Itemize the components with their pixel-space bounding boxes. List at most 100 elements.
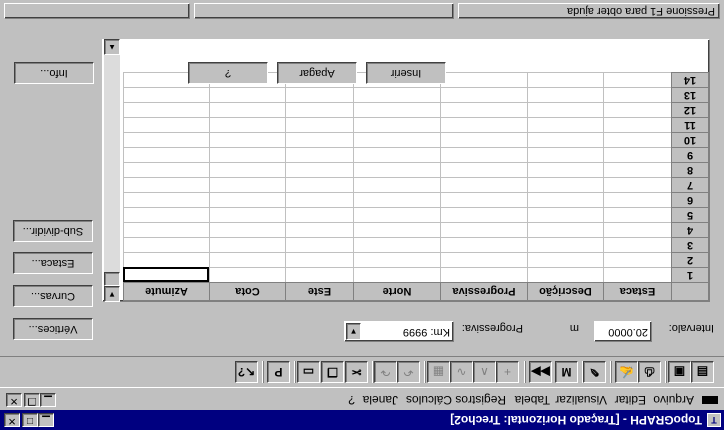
grid-cell[interactable] xyxy=(285,237,354,253)
grid-cell[interactable] xyxy=(123,222,210,238)
copy-button[interactable]: ❐ xyxy=(321,361,344,383)
menu-visualizar[interactable]: Visualizar xyxy=(555,393,607,407)
grid-cell[interactable] xyxy=(209,267,286,283)
grid-cell[interactable] xyxy=(285,222,354,238)
info-button[interactable]: Info... xyxy=(14,62,94,84)
document-button[interactable]: ▤ xyxy=(691,361,714,383)
grid-cell[interactable] xyxy=(285,207,354,223)
row-number[interactable]: 13 xyxy=(671,87,709,103)
maximize-button[interactable]: □ xyxy=(22,413,38,427)
grid-cell[interactable] xyxy=(209,207,286,223)
grid-cell[interactable] xyxy=(285,147,354,163)
grid-cell[interactable] xyxy=(527,162,604,178)
grid-cell[interactable] xyxy=(527,102,604,118)
grid-cell[interactable] xyxy=(209,252,286,268)
grid-cell[interactable] xyxy=(285,132,354,148)
mdi-minimize-button[interactable]: ▁ xyxy=(40,393,56,407)
menu-janela[interactable]: Janela xyxy=(363,393,398,407)
grid-cell[interactable] xyxy=(440,192,528,208)
grid-cell[interactable] xyxy=(440,87,528,103)
p-button[interactable]: P xyxy=(267,361,290,383)
apagar-button[interactable]: Apagar xyxy=(277,62,357,84)
grid-cell[interactable] xyxy=(285,162,354,178)
plus-button[interactable]: + xyxy=(496,361,519,383)
row-number[interactable]: 12 xyxy=(671,102,709,118)
grid-cell[interactable] xyxy=(527,87,604,103)
paste-button[interactable]: ▭ xyxy=(297,361,320,383)
progressiva-select[interactable]: Km: 9999 ▼ xyxy=(344,321,454,342)
document-control-icon[interactable] xyxy=(702,396,718,404)
grid-cell[interactable] xyxy=(209,132,286,148)
scroll-thumb[interactable] xyxy=(104,272,120,286)
help-button[interactable]: ? xyxy=(188,62,268,84)
grid-cell[interactable] xyxy=(440,252,528,268)
scroll-down-button[interactable]: ▼ xyxy=(104,286,120,302)
redo-button[interactable]: ↷ xyxy=(374,361,397,383)
menu-tabela[interactable]: Tabela xyxy=(515,393,550,407)
row-number[interactable]: 4 xyxy=(671,222,709,238)
grid-cell[interactable] xyxy=(123,132,210,148)
grid-cell[interactable] xyxy=(527,252,604,268)
grid-cell[interactable] xyxy=(285,117,354,133)
grid-cell[interactable] xyxy=(603,252,672,268)
grid-cell[interactable] xyxy=(603,192,672,208)
grid-cell[interactable] xyxy=(527,207,604,223)
grid-cell[interactable] xyxy=(123,192,210,208)
grid-cell[interactable] xyxy=(123,117,210,133)
grid-cell[interactable] xyxy=(285,87,354,103)
grid-cell[interactable] xyxy=(353,177,441,193)
grid-cell[interactable] xyxy=(603,267,672,283)
grid-cell[interactable] xyxy=(209,162,286,178)
grid-cell[interactable] xyxy=(285,102,354,118)
vertical-scrollbar[interactable]: ▼ ▲ xyxy=(104,39,120,302)
minimize-button[interactable]: ▁ xyxy=(38,413,54,427)
menu-editar[interactable]: Editar xyxy=(615,393,646,407)
grid-cell[interactable] xyxy=(440,72,528,88)
pen-button[interactable]: ✎ xyxy=(583,361,606,383)
grid-cell[interactable] xyxy=(353,117,441,133)
grid-cell[interactable] xyxy=(440,222,528,238)
grid-cell[interactable] xyxy=(123,102,210,118)
grid-cell[interactable] xyxy=(353,192,441,208)
row-number[interactable]: 2 xyxy=(671,252,709,268)
close-button[interactable]: ✕ xyxy=(4,413,20,427)
save-button[interactable]: ▣ xyxy=(668,361,691,383)
grid-cell[interactable] xyxy=(603,162,672,178)
column-header[interactable]: Cota xyxy=(209,282,286,301)
inserir-button[interactable]: Inserir xyxy=(366,62,446,84)
grid-cell[interactable] xyxy=(209,192,286,208)
row-number[interactable]: 3 xyxy=(671,237,709,253)
vertices-button[interactable]: Vértices... xyxy=(13,318,93,340)
grid-cell[interactable] xyxy=(285,177,354,193)
grid-cell[interactable] xyxy=(353,147,441,163)
row-number[interactable]: 5 xyxy=(671,207,709,223)
column-header[interactable]: Estaca xyxy=(603,282,672,301)
grid-cell[interactable] xyxy=(527,117,604,133)
grid-cell[interactable] xyxy=(527,192,604,208)
grid-cell[interactable] xyxy=(123,162,210,178)
grid-cell[interactable] xyxy=(209,87,286,103)
grid-cell[interactable] xyxy=(353,162,441,178)
grid-cell[interactable] xyxy=(440,147,528,163)
grid-cell[interactable] xyxy=(353,222,441,238)
row-number[interactable]: 11 xyxy=(671,117,709,133)
grid-cell[interactable] xyxy=(440,237,528,253)
curvas-button[interactable]: Curvas... xyxy=(13,285,93,307)
grid-cell[interactable] xyxy=(285,192,354,208)
row-number[interactable]: 8 xyxy=(671,162,709,178)
undo-button[interactable]: ↶ xyxy=(397,361,420,383)
grid-cell[interactable] xyxy=(527,147,604,163)
row-number[interactable]: 7 xyxy=(671,177,709,193)
grid-cell[interactable] xyxy=(527,222,604,238)
sub-dividir-button[interactable]: Sub-dividir... xyxy=(13,220,93,242)
grid-cell[interactable] xyxy=(285,267,354,283)
menu-registros[interactable]: Registros xyxy=(455,393,506,407)
column-header[interactable]: Progressiva xyxy=(440,282,528,301)
grid-cell[interactable] xyxy=(527,132,604,148)
curve-button[interactable]: ∿ xyxy=(450,361,473,383)
grid-cell[interactable] xyxy=(123,87,210,103)
menu-arquivo[interactable]: Arquivo xyxy=(653,393,694,407)
grid-cell[interactable] xyxy=(123,252,210,268)
grid-cell[interactable] xyxy=(603,102,672,118)
grid-cell[interactable] xyxy=(440,102,528,118)
